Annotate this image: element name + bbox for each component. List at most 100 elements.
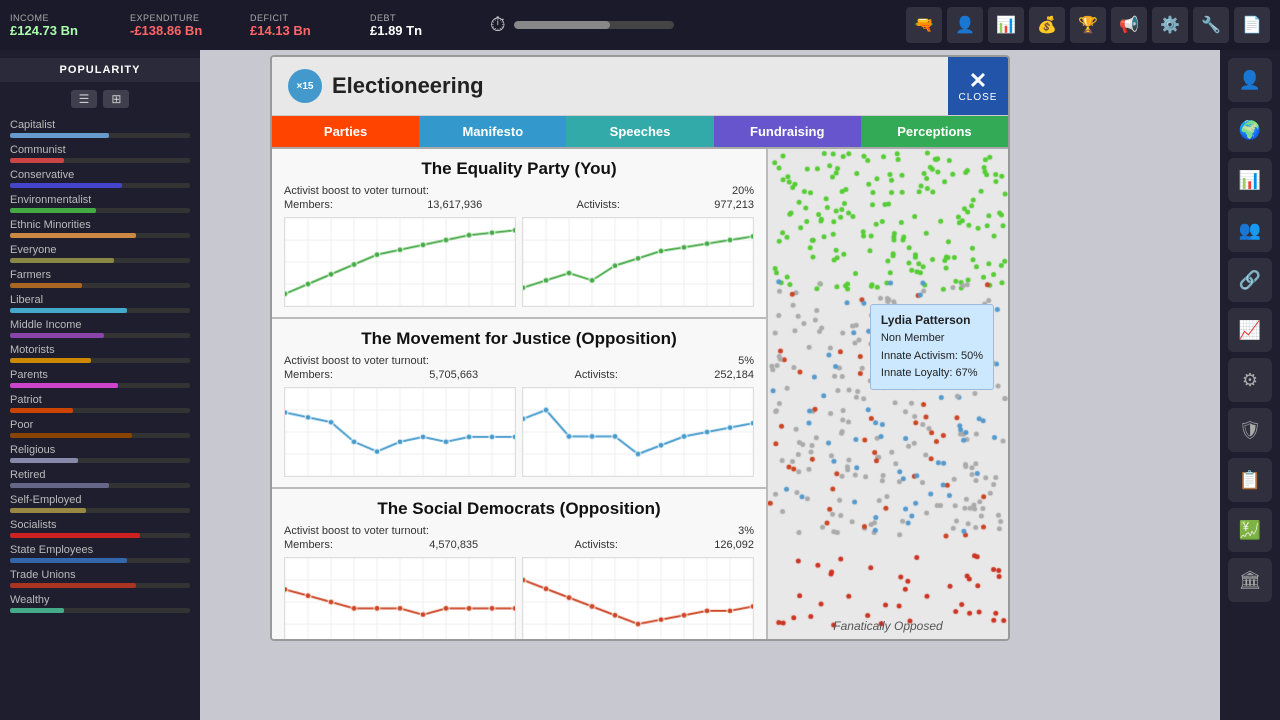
sidebar-item[interactable]: Patriot bbox=[0, 391, 200, 416]
right-icon-9[interactable]: 📋 bbox=[1228, 458, 1272, 502]
sidebar-item[interactable]: Trade Unions bbox=[0, 566, 200, 591]
sidebar-item[interactable]: Motorists bbox=[0, 341, 200, 366]
members-value: 13,617,936 bbox=[427, 199, 482, 211]
sidebar-item[interactable]: Communist bbox=[0, 141, 200, 166]
sidebar-item-bar-fill bbox=[10, 183, 122, 188]
perception-dots-canvas[interactable] bbox=[768, 149, 1008, 639]
party-activists-chart bbox=[522, 217, 754, 307]
tab-manifesto[interactable]: Manifesto bbox=[419, 116, 566, 147]
sidebar-title: POPULARITY bbox=[0, 58, 200, 82]
right-icon-2[interactable]: 🌍 bbox=[1228, 108, 1272, 152]
sidebar-item[interactable]: Religious bbox=[0, 441, 200, 466]
sidebar-item[interactable]: Wealthy bbox=[0, 591, 200, 616]
members-label: Members: bbox=[284, 539, 333, 551]
settings-icon-btn[interactable]: ⚙️ bbox=[1152, 7, 1188, 43]
sidebar-view-btn[interactable]: ☰ bbox=[71, 90, 98, 108]
sidebar-item-bar-fill bbox=[10, 508, 86, 513]
modal-header: ×15 Electioneering ✕ CLOSE bbox=[272, 57, 1008, 116]
sidebar-item[interactable]: Farmers bbox=[0, 266, 200, 291]
sidebar-item-label: Environmentalist bbox=[10, 194, 190, 206]
right-icon-5[interactable]: 🔗 bbox=[1228, 258, 1272, 302]
right-icon-10[interactable]: 💹 bbox=[1228, 508, 1272, 552]
dollar-icon-btn[interactable]: 💰 bbox=[1029, 7, 1065, 43]
sidebar-item-bar-bg bbox=[10, 383, 190, 388]
sidebar-item-bar-fill bbox=[10, 283, 82, 288]
sidebar-controls: ☰ ⊞ bbox=[0, 86, 200, 112]
debt-label: DEBT bbox=[370, 13, 396, 23]
sidebar-item[interactable]: Middle Income bbox=[0, 316, 200, 341]
expenditure-label: EXPENDITURE bbox=[130, 13, 200, 23]
sidebar-item[interactable]: Conservative bbox=[0, 166, 200, 191]
sidebar-item-bar-fill bbox=[10, 233, 136, 238]
right-icon-11[interactable]: 🏛 bbox=[1228, 558, 1272, 602]
party-member-stats: Members: 13,617,936 Activists: 977,213 bbox=[284, 199, 754, 211]
right-icon-1[interactable]: 👤 bbox=[1228, 58, 1272, 102]
sidebar-item[interactable]: Everyone bbox=[0, 241, 200, 266]
party-name: The Social Democrats (Opposition) bbox=[284, 499, 754, 519]
sidebar-item-bar-bg bbox=[10, 333, 190, 338]
trophy-icon-btn[interactable]: 🏆 bbox=[1070, 7, 1106, 43]
activists-label: Activists: bbox=[577, 199, 620, 211]
sidebar-item[interactable]: Environmentalist bbox=[0, 191, 200, 216]
sidebar-item-bar-bg bbox=[10, 408, 190, 413]
tab-fundraising[interactable]: Fundraising bbox=[714, 116, 861, 147]
party-charts bbox=[284, 217, 754, 307]
gear2-icon-btn[interactable]: 🔧 bbox=[1193, 7, 1229, 43]
sidebar-item[interactable]: Capitalist bbox=[0, 116, 200, 141]
close-x-icon: ✕ bbox=[969, 70, 987, 92]
tab-speeches[interactable]: Speeches bbox=[566, 116, 713, 147]
sidebar-item-bar-fill bbox=[10, 483, 109, 488]
activists-value: 126,092 bbox=[714, 539, 754, 551]
expenditure-stat: EXPENDITURE -£138.86 Bn bbox=[130, 13, 230, 38]
sidebar-item[interactable]: Parents bbox=[0, 366, 200, 391]
speech-icon-btn[interactable]: 📢 bbox=[1111, 7, 1147, 43]
party-charts bbox=[284, 387, 754, 477]
gun-icon-btn[interactable]: 🔫 bbox=[906, 7, 942, 43]
sidebar-item[interactable]: Poor bbox=[0, 416, 200, 441]
party-block: The Equality Party (You) Activist boost … bbox=[272, 149, 766, 319]
sidebar-item-bar-fill bbox=[10, 158, 64, 163]
close-button[interactable]: ✕ CLOSE bbox=[948, 57, 1008, 115]
sidebar-item-label: Poor bbox=[10, 419, 190, 431]
left-sidebar: POPULARITY ☰ ⊞ Capitalist Communist Cons… bbox=[0, 50, 200, 720]
sidebar-item[interactable]: Self-Employed bbox=[0, 491, 200, 516]
sidebar-item-bar-bg bbox=[10, 608, 190, 613]
tab-perceptions[interactable]: Perceptions bbox=[861, 116, 1008, 147]
sidebar-item-bar-fill bbox=[10, 358, 91, 363]
sidebar-item-bar-bg bbox=[10, 233, 190, 238]
members-label: Members: bbox=[284, 199, 333, 211]
doc-icon-btn[interactable]: 📄 bbox=[1234, 7, 1270, 43]
sidebar-item[interactable]: Retired bbox=[0, 466, 200, 491]
income-stat: INCOME £124.73 Bn bbox=[10, 13, 110, 38]
sidebar-item-bar-fill bbox=[10, 608, 64, 613]
sidebar-item-bar-bg bbox=[10, 158, 190, 163]
sidebar-sort-btn[interactable]: ⊞ bbox=[103, 90, 129, 108]
party-block: The Movement for Justice (Opposition) Ac… bbox=[272, 319, 766, 489]
parties-panel: The Equality Party (You) Activist boost … bbox=[272, 149, 768, 639]
boost-label: Activist boost to voter turnout: bbox=[284, 355, 429, 367]
sidebar-item[interactable]: Socialists bbox=[0, 516, 200, 541]
debt-stat: DEBT £1.89 Tn bbox=[370, 13, 470, 38]
right-icon-8[interactable]: 🛡 bbox=[1228, 408, 1272, 452]
sidebar-item[interactable]: State Employees bbox=[0, 541, 200, 566]
sidebar-item-bar-fill bbox=[10, 333, 104, 338]
party-member-stats: Members: 5,705,663 Activists: 252,184 bbox=[284, 369, 754, 381]
sidebar-item-bar-bg bbox=[10, 458, 190, 463]
right-icon-7[interactable]: ⚙ bbox=[1228, 358, 1272, 402]
party-member-stats: Members: 4,570,835 Activists: 126,092 bbox=[284, 539, 754, 551]
sidebar-item[interactable]: Ethnic Minorities bbox=[0, 216, 200, 241]
sidebar-item-bar-bg bbox=[10, 183, 190, 188]
sidebar-item[interactable]: Liberal bbox=[0, 291, 200, 316]
chart-icon-btn[interactable]: 📊 bbox=[988, 7, 1024, 43]
income-label: INCOME bbox=[10, 13, 49, 23]
sidebar-item-bar-fill bbox=[10, 133, 109, 138]
sidebar-items-list: Capitalist Communist Conservative Enviro… bbox=[0, 116, 200, 616]
right-icon-4[interactable]: 👥 bbox=[1228, 208, 1272, 252]
right-icon-3[interactable]: 📊 bbox=[1228, 158, 1272, 202]
party-members-chart bbox=[284, 217, 516, 307]
tab-parties[interactable]: Parties bbox=[272, 116, 419, 147]
party-activists-chart bbox=[522, 557, 754, 639]
right-icon-6[interactable]: 📈 bbox=[1228, 308, 1272, 352]
members-value: 4,570,835 bbox=[429, 539, 478, 551]
agent-icon-btn[interactable]: 👤 bbox=[947, 7, 983, 43]
